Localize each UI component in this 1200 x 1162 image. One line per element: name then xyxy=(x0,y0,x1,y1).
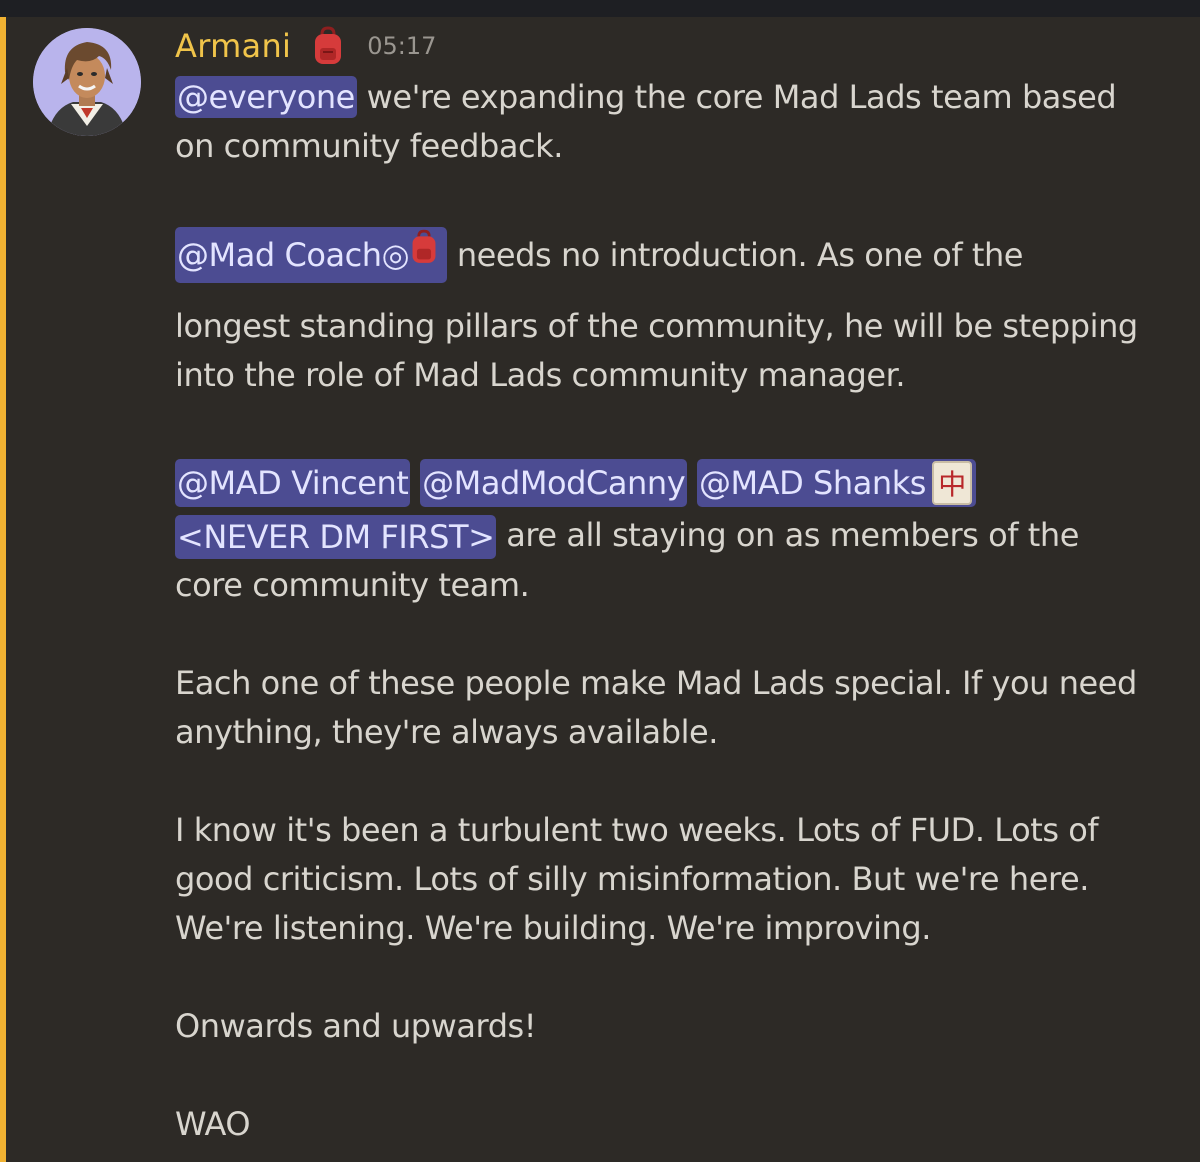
message-line: @Mad Coach◎ needs no introduction. As on… xyxy=(175,224,1023,286)
message-line: core community team. xyxy=(175,566,530,604)
red-backpack-icon xyxy=(311,26,345,66)
message-line: @MAD Vincent @MadModCanny @MAD Shanks 中 xyxy=(175,456,977,510)
message-text: we're expanding the core Mad Lads team b… xyxy=(356,78,1117,116)
message-line: into the role of Mad Lads community mana… xyxy=(175,356,906,394)
mention-mad-vincent[interactable]: @MAD Vincent xyxy=(175,459,411,507)
message-line: <NEVER DM FIRST> are all staying on as m… xyxy=(175,511,1079,559)
message-timestamp[interactable]: 05:17 xyxy=(367,32,436,60)
message-line: Each one of these people make Mad Lads s… xyxy=(175,664,1137,702)
mention-madmodcanny[interactable]: @MadModCanny xyxy=(420,459,688,507)
mention-label: @MAD Shanks xyxy=(698,464,927,502)
mention-everyone[interactable]: @everyone xyxy=(175,76,357,118)
message-line: @everyone we're expanding the core Mad L… xyxy=(175,73,1117,121)
avatar-portrait-icon xyxy=(33,28,141,136)
ring-icon: ◎ xyxy=(381,236,410,274)
mahjong-tile-icon: 中 xyxy=(932,461,973,505)
mention-mad-coach[interactable]: @Mad Coach◎ xyxy=(175,226,448,283)
message-line: I know it's been a turbulent two weeks. … xyxy=(175,811,1099,849)
mention-label: @Mad Coach xyxy=(177,236,382,274)
message-line: anything, they're always available. xyxy=(175,713,718,751)
author-name[interactable]: Armani xyxy=(175,27,291,65)
mention-mad-shanks[interactable]: @MAD Shanks 中 xyxy=(696,459,977,507)
red-backpack-icon xyxy=(409,226,439,282)
message-text: are all staying on as members of the xyxy=(496,516,1079,554)
message-text: needs no introduction. As one of the xyxy=(447,236,1024,274)
message-header: Armani 05:17 xyxy=(175,24,436,68)
message-line: We're listening. We're building. We're i… xyxy=(175,909,931,947)
message-line: longest standing pillars of the communit… xyxy=(175,307,1138,345)
message-line: WAO xyxy=(175,1105,251,1143)
message-line: Onwards and upwards! xyxy=(175,1007,537,1045)
top-bar xyxy=(0,0,1200,17)
message-line: good criticism. Lots of silly misinforma… xyxy=(175,860,1089,898)
mention-never-dm-first[interactable]: <NEVER DM FIRST> xyxy=(175,515,497,559)
mention-highlight-bar xyxy=(0,17,6,1162)
message-view: Armani 05:17 @everyone we're expanding t… xyxy=(0,0,1200,1162)
avatar[interactable] xyxy=(33,28,141,136)
message-line: on community feedback. xyxy=(175,127,563,165)
